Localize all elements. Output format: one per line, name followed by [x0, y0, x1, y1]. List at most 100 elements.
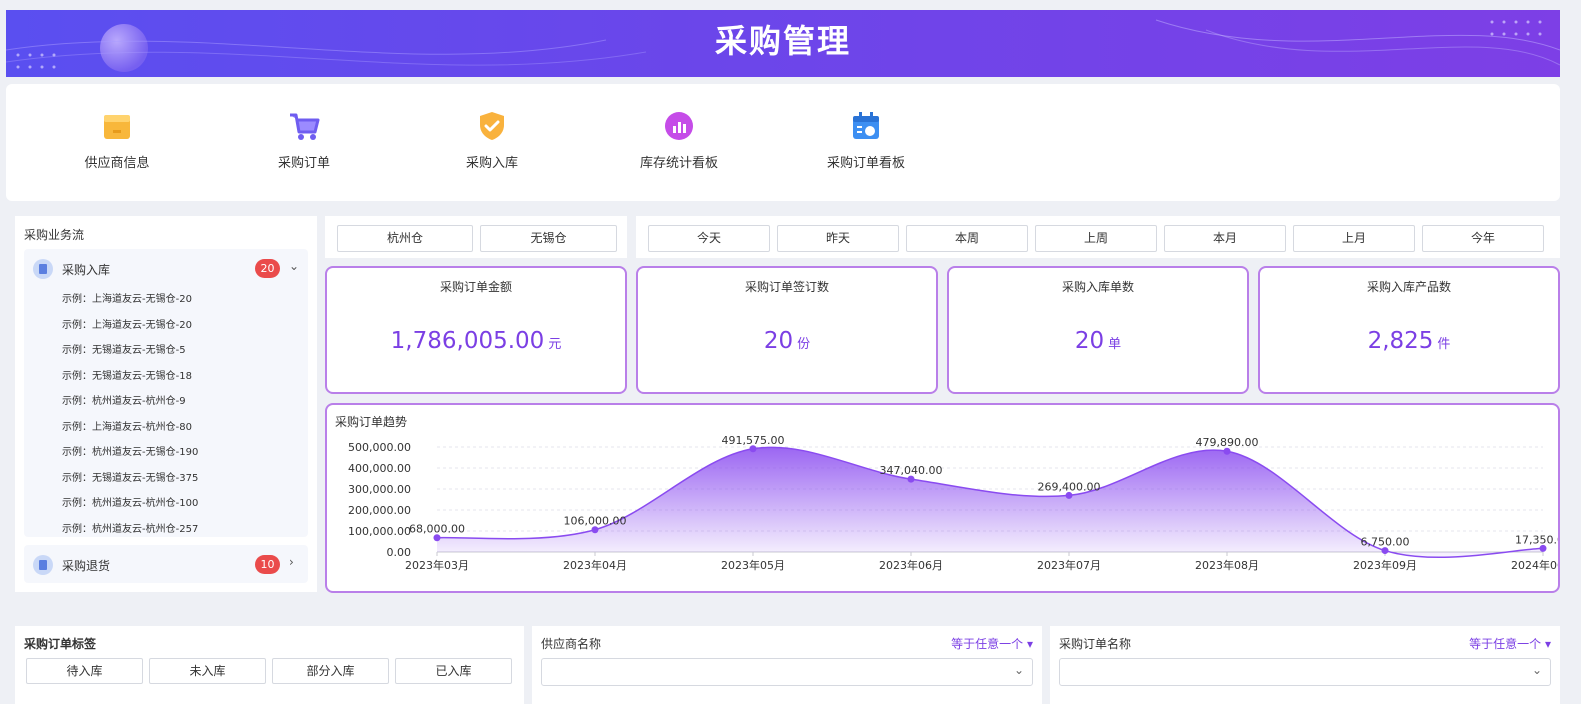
chevron-down-icon: ⌄	[1531, 663, 1542, 677]
document-icon	[33, 555, 53, 575]
workflow-group-inbound: 采购入库 20 ⌄ 示例：上海道友云-无锡仓-20 示例：上海道友云-无锡仓-2…	[24, 249, 308, 537]
warehouse-filter: 杭州仓 无锡仓	[325, 216, 627, 258]
kpi-value-row: 2,825 件	[1260, 328, 1558, 354]
period-button-today[interactable]: 今天	[648, 225, 770, 252]
workflow-item[interactable]: 示例：无锡道友云-无锡仓-375	[24, 466, 308, 492]
period-filter: 今天 昨天 本周 上周 本月 上月 今年	[636, 216, 1560, 258]
kpi-card-inbound-products: 采购入库产品数 2,825 件	[1258, 266, 1560, 394]
data-label: 68,000.00	[409, 523, 465, 536]
x-tick-label: 2023年06月	[879, 558, 943, 572]
workflow-item[interactable]: 示例：无锡道友云-无锡仓-5	[24, 338, 308, 364]
quick-nav-order-board[interactable]: 采购订单看板	[806, 110, 926, 171]
workflow-item[interactable]: 示例：上海道友云-无锡仓-20	[24, 287, 308, 313]
x-tick-label: 2023年05月	[721, 558, 785, 572]
order-name-select[interactable]: ⌄	[1059, 658, 1551, 686]
panel-title: 采购订单名称	[1059, 637, 1132, 651]
tag-button-inbound[interactable]: 已入库	[395, 658, 512, 684]
kpi-title: 采购入库单数	[1061, 280, 1134, 294]
data-label: 17,350.00	[1515, 533, 1558, 546]
workflow-group-header[interactable]: 采购退货 10 ›	[24, 545, 308, 583]
period-button-this-week[interactable]: 本周	[906, 225, 1028, 252]
y-tick-label: 200,000.00	[348, 504, 411, 517]
workflow-group-label: 采购退货	[62, 559, 111, 573]
x-tick-label: 2023年04月	[563, 558, 627, 572]
tag-button-pending-inbound[interactable]: 待入库	[26, 658, 143, 684]
panel-title: 采购订单标签	[24, 637, 97, 651]
data-label: 347,040.00	[880, 464, 943, 477]
workflow-item[interactable]: 示例：上海道友云-无锡仓-20	[24, 313, 308, 339]
kpi-value-row: 20 份	[638, 328, 936, 354]
quick-nav-purchase-inbound[interactable]: 采购入库	[432, 110, 552, 171]
kpi-title: 采购入库产品数	[1366, 280, 1451, 294]
quick-nav-label: 采购入库	[465, 156, 518, 171]
workflow-group-return: 采购退货 10 ›	[24, 545, 308, 583]
data-label: 106,000.00	[564, 515, 627, 528]
workflow-item[interactable]: 示例：杭州道友云-杭州仓-100	[24, 491, 308, 517]
kpi-title: 采购订单签订数	[744, 280, 829, 294]
document-icon	[33, 259, 53, 279]
workflow-group-label: 采购入库	[62, 263, 111, 277]
data-label: 6,750.00	[1361, 536, 1410, 549]
x-tick-label: 2023年08月	[1195, 558, 1259, 572]
x-tick-label: 2024年06月	[1511, 558, 1558, 572]
workflow-item[interactable]: 示例：杭州道友云-杭州仓-257	[24, 517, 308, 543]
count-badge: 20	[255, 259, 280, 278]
cart-icon	[288, 110, 320, 142]
workflow-item[interactable]: 示例：上海道友云-杭州仓-80	[24, 415, 308, 441]
kpi-card-order-amount: 采购订单金额 1,786,005.00 元	[325, 266, 627, 394]
quick-nav-supplier-info[interactable]: 供应商信息	[57, 110, 177, 171]
kpi-unit: 单	[1108, 337, 1122, 352]
data-label: 479,890.00	[1196, 436, 1259, 449]
x-tick-label: 2023年03月	[405, 558, 469, 572]
x-tick-label: 2023年07月	[1037, 558, 1101, 572]
operator-dropdown[interactable]: 等于任意一个 ▾	[1469, 635, 1551, 652]
header-banner: 采购管理	[6, 10, 1560, 77]
y-tick-label: 300,000.00	[348, 483, 411, 496]
quick-nav-inventory-board[interactable]: 库存统计看板	[619, 110, 739, 171]
warehouse-button-wuxi[interactable]: 无锡仓	[480, 225, 617, 252]
quick-nav-purchase-order[interactable]: 采购订单	[244, 110, 364, 171]
quick-nav-label: 采购订单看板	[826, 156, 905, 171]
kpi-value: 20	[763, 328, 794, 354]
kpi-unit: 件	[1437, 337, 1451, 352]
kpi-card-order-signed: 采购订单签订数 20 份	[636, 266, 938, 394]
chevron-down-icon: ⌄	[289, 259, 300, 273]
caret-down-icon: ▾	[1544, 637, 1551, 651]
quick-nav: 供应商信息 采购订单 采购入库 库存统计看板 采购订单看板	[6, 84, 1560, 201]
order-tags-panel: 采购订单标签 待入库 未入库 部分入库 已入库	[15, 626, 524, 704]
quick-nav-label: 供应商信息	[84, 156, 150, 171]
period-button-last-month[interactable]: 上月	[1293, 225, 1415, 252]
warehouse-button-hangzhou[interactable]: 杭州仓	[337, 225, 473, 252]
y-tick-label: 100,000.00	[348, 525, 411, 538]
data-label: 269,400.00	[1038, 480, 1101, 493]
operator-dropdown[interactable]: 等于任意一个 ▾	[951, 635, 1033, 652]
workflow-panel: 采购业务流 采购入库 20 ⌄ 示例：上海道友云-无锡仓-20 示例：上海道友云…	[15, 216, 317, 592]
kpi-value: 20	[1074, 328, 1105, 354]
tag-button-partial-inbound[interactable]: 部分入库	[272, 658, 389, 684]
workflow-item[interactable]: 示例：无锡道友云-无锡仓-18	[24, 364, 308, 390]
supplier-filter-panel: 供应商名称 等于任意一个 ▾ ⌄	[532, 626, 1042, 704]
period-button-yesterday[interactable]: 昨天	[777, 225, 899, 252]
workflow-item[interactable]: 示例：杭州道友云-无锡仓-190	[24, 440, 308, 466]
kpi-value: 1,786,005.00	[390, 328, 545, 354]
trend-chart-panel: 采购订单趋势 0.00 100,000.00 200,000.00 300,000.0…	[325, 403, 1560, 593]
tag-button-not-inbound[interactable]: 未入库	[149, 658, 266, 684]
kpi-unit: 元	[548, 337, 562, 352]
period-button-last-week[interactable]: 上周	[1035, 225, 1157, 252]
kpi-value-row: 20 单	[949, 328, 1247, 354]
workflow-item[interactable]: 示例：杭州道友云-杭州仓-9	[24, 389, 308, 415]
workflow-group-header[interactable]: 采购入库 20 ⌄	[24, 249, 308, 287]
period-button-this-month[interactable]: 本月	[1164, 225, 1286, 252]
kpi-title: 采购订单金额	[439, 280, 512, 294]
chart-bubble-icon	[663, 110, 695, 142]
panel-title: 供应商名称	[541, 637, 602, 651]
chevron-right-icon: ›	[289, 555, 294, 569]
x-tick-label: 2023年09月	[1353, 558, 1417, 572]
trend-chart: 0.00 100,000.00 200,000.00 300,000.00 400,00…	[348, 434, 1558, 572]
supplier-select[interactable]: ⌄	[541, 658, 1033, 686]
operator-label: 等于任意一个	[951, 637, 1024, 651]
page-title: 采购管理	[714, 22, 851, 60]
chevron-down-icon: ⌄	[1013, 663, 1024, 677]
period-button-this-year[interactable]: 今年	[1422, 225, 1544, 252]
data-label: 491,575.00	[722, 434, 785, 447]
